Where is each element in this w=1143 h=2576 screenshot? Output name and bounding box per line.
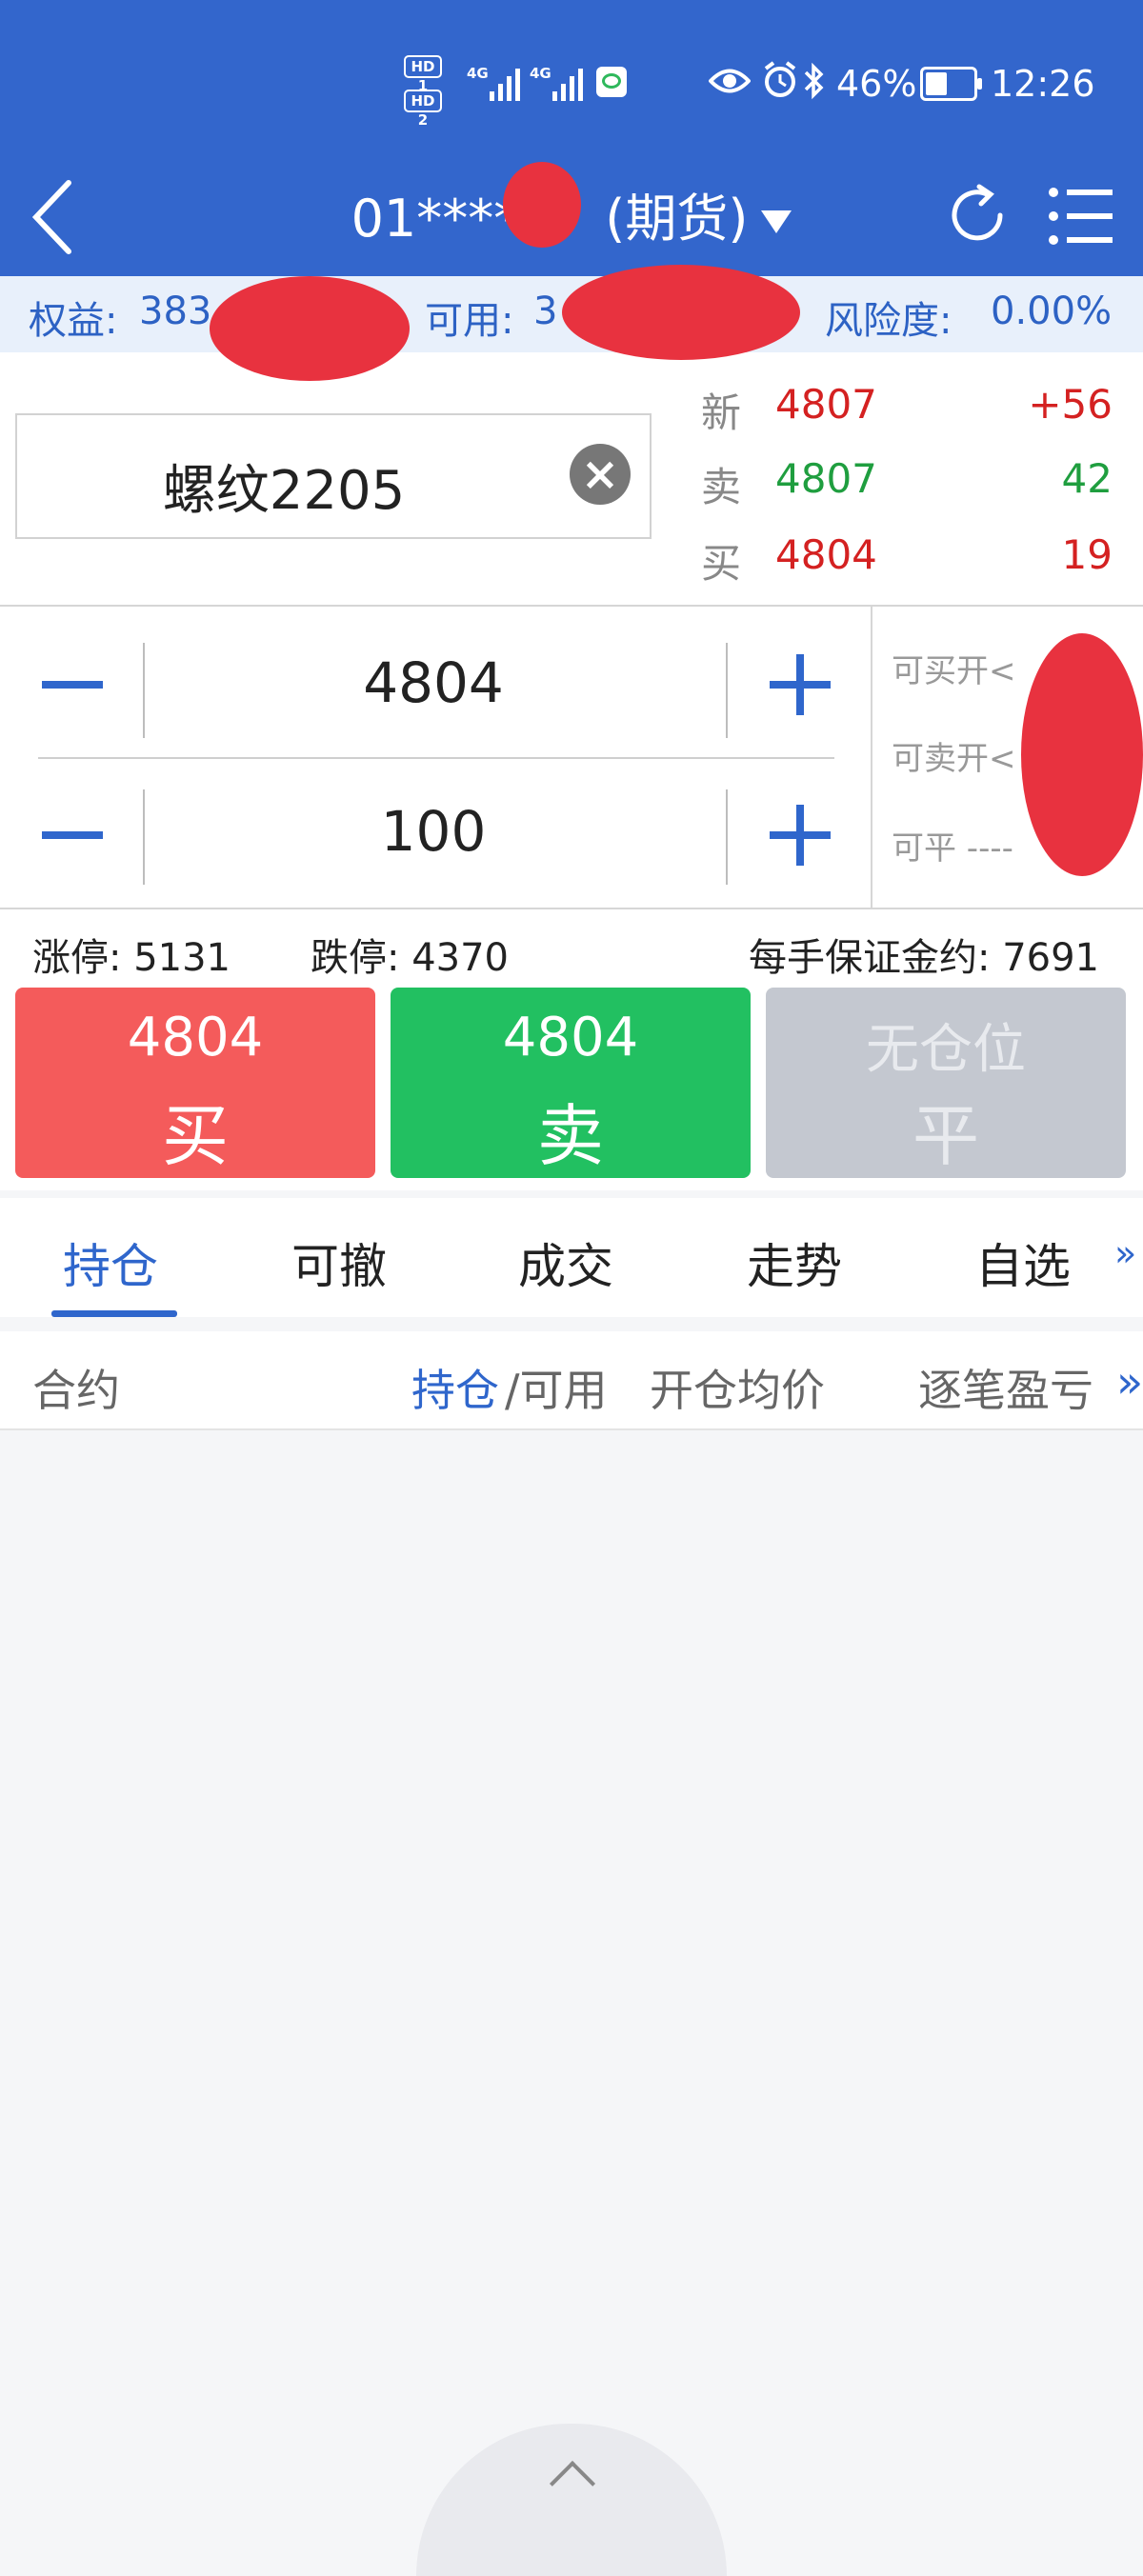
network1-label: 4G (467, 65, 489, 82)
bid-row: 买 4804 19 (701, 531, 1120, 589)
ask-price: 4807 (775, 455, 877, 502)
clock: 12:26 (991, 63, 1095, 105)
tab-trades[interactable]: 成交 (518, 1228, 613, 1297)
available-label: 可用: (425, 299, 514, 343)
battery-percent: 46% (836, 63, 917, 105)
can-sell-open: 可卖开< (892, 740, 1016, 778)
limit-up: 涨停: 5131 (32, 936, 231, 980)
positions-table-header: 合约 持仓 /可用 开仓均价 逐笔盈亏 » (0, 1331, 1143, 1430)
price-input[interactable]: 4804 (143, 650, 724, 715)
active-tab-indicator (51, 1310, 177, 1317)
last-change: +56 (1028, 381, 1113, 428)
limit-down: 跌停: 4370 (311, 936, 509, 980)
col-avg-price[interactable]: 开仓均价 (650, 1356, 825, 1419)
sim1-badge: HD 1 (404, 55, 442, 94)
tab-trend[interactable]: 走势 (747, 1228, 842, 1297)
redaction-mark (503, 162, 581, 248)
columns-more-icon[interactable]: » (1116, 1356, 1143, 1408)
bid-label: 买 (701, 540, 742, 587)
col-position[interactable]: 持仓 (411, 1356, 499, 1419)
last-label: 新 (701, 389, 742, 436)
tab-watchlist[interactable]: 自选 (975, 1228, 1071, 1297)
refresh-icon[interactable] (945, 177, 1012, 253)
price-increase-button-v[interactable] (796, 654, 804, 715)
buy-price: 4804 (127, 1007, 264, 1068)
account-type: (期货) (605, 189, 749, 249)
signal1-icon (490, 63, 520, 101)
tab-bar: 持仓 可撤 成交 走势 自选 » (0, 1198, 1143, 1317)
bid-price: 4804 (775, 531, 877, 578)
tab-positions[interactable]: 持仓 (63, 1228, 158, 1297)
ask-label: 卖 (701, 464, 742, 510)
notification-icon (596, 67, 627, 97)
price-decrease-button[interactable] (42, 681, 103, 689)
chevron-up-icon (549, 2460, 596, 2507)
status-bar: HD 1 HD 2 4G 4G 46% 12:26 (0, 0, 1143, 171)
account-number: 01**** (351, 189, 520, 249)
quantity-input[interactable]: 100 (143, 799, 724, 864)
risk-value: 0.00% (991, 290, 1113, 333)
divider (726, 789, 728, 885)
network2-label: 4G (530, 65, 551, 82)
close-label: 平 (912, 1097, 979, 1175)
signal2-icon (552, 63, 583, 101)
can-buy-open: 可买开< (892, 652, 1016, 690)
equity-value: 383 (139, 290, 212, 333)
bluetooth-icon (804, 62, 824, 100)
quantity-increase-button-v[interactable] (796, 805, 804, 866)
margin-per-lot: 每手保证金约: 7691 (749, 936, 1099, 980)
sell-price: 4804 (502, 1007, 639, 1068)
sim2-badge: HD 2 (404, 90, 442, 129)
tabs-more-icon[interactable]: » (1114, 1232, 1136, 1274)
symbol-input[interactable]: 螺纹2205 × (15, 413, 652, 539)
redaction-mark (1021, 633, 1143, 876)
last-price-row: 新 4807 +56 (701, 381, 1120, 438)
clear-icon[interactable]: × (570, 444, 631, 505)
menu-icon[interactable] (1048, 183, 1114, 250)
col-available[interactable]: /可用 (505, 1356, 608, 1419)
last-price: 4807 (775, 381, 877, 428)
ask-row: 卖 4807 42 (701, 455, 1120, 512)
ask-volume: 42 (1061, 455, 1113, 502)
battery-icon (920, 67, 982, 101)
alarm-icon (764, 61, 796, 97)
available-value: 3 (533, 290, 558, 333)
redaction-mark (210, 276, 410, 381)
col-pnl[interactable]: 逐笔盈亏 (918, 1356, 1093, 1419)
dropdown-caret-icon (761, 210, 792, 234)
equity-label: 权益: (29, 299, 118, 343)
quantity-decrease-button[interactable] (42, 831, 103, 839)
bid-volume: 19 (1061, 531, 1113, 578)
col-contract: 合约 (32, 1365, 120, 1416)
redaction-mark (562, 265, 800, 360)
symbol-text: 螺纹2205 (162, 460, 406, 522)
divider (726, 643, 728, 738)
close-position-button[interactable]: 无仓位 平 (766, 988, 1126, 1178)
action-buttons: 4804 买 4804 卖 无仓位 平 (0, 986, 1143, 1190)
quote-panel: 螺纹2205 × 新 4807 +56 卖 4807 42 买 4804 19 (0, 352, 1143, 605)
back-icon[interactable] (29, 177, 76, 257)
can-close: 可平 ---- (892, 829, 1013, 868)
tab-cancelable[interactable]: 可撤 (291, 1228, 387, 1297)
risk-label: 风险度: (825, 299, 952, 343)
close-status: 无仓位 (866, 1019, 1026, 1081)
entry-divider (38, 757, 834, 759)
order-entry: 4804 100 可买开< 可卖开< 可平 ---- (0, 605, 1143, 909)
buy-label: 买 (162, 1097, 229, 1175)
buy-button[interactable]: 4804 买 (15, 988, 375, 1178)
sell-button[interactable]: 4804 卖 (391, 988, 751, 1178)
eye-icon (709, 69, 751, 93)
bottom-drawer-handle[interactable] (416, 2424, 727, 2576)
sell-label: 卖 (537, 1097, 604, 1175)
limits-row: 涨停: 5131 跌停: 4370 每手保证金约: 7691 (0, 909, 1143, 986)
